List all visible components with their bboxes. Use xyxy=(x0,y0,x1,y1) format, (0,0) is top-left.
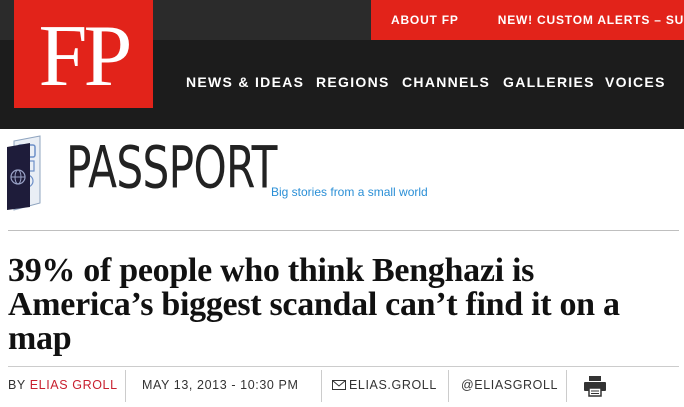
byline: BY ELIAS GROLL xyxy=(8,378,118,392)
publish-date: MAY 13, 2013 - 10:30 PM xyxy=(142,378,299,392)
byline-prefix: BY xyxy=(8,378,26,392)
meta-separator xyxy=(448,370,449,402)
about-fp-link[interactable]: ABOUT FP xyxy=(391,13,459,27)
nav-galleries[interactable]: GALLERIES xyxy=(503,74,595,90)
passport-book-icon xyxy=(7,135,41,211)
blog-title[interactable]: PASSPORT xyxy=(66,140,277,198)
nav-channels[interactable]: CHANNELS xyxy=(402,74,490,90)
email-author-link[interactable]: ELIAS.GROLL xyxy=(332,378,437,392)
twitter-link[interactable]: @ELIASGROLL xyxy=(461,378,558,392)
fp-logo[interactable]: FP xyxy=(14,0,153,108)
utility-bar: ABOUT FP NEW! CUSTOM ALERTS – SUBSCRIBE xyxy=(371,0,684,40)
custom-alerts-link[interactable]: NEW! CUSTOM ALERTS – SUBSCRIBE xyxy=(498,13,684,27)
printer-icon[interactable] xyxy=(583,374,607,398)
email-text: ELIAS.GROLL xyxy=(349,378,437,392)
article-meta-bar: BY ELIAS GROLL MAY 13, 2013 - 10:30 PM E… xyxy=(8,367,679,405)
nav-news-ideas[interactable]: NEWS & IDEAS xyxy=(186,74,304,90)
fp-logo-text: FP xyxy=(38,8,133,105)
section-divider xyxy=(8,230,679,231)
meta-separator xyxy=(125,370,126,402)
meta-separator xyxy=(566,370,567,402)
nav-voices[interactable]: VOICES xyxy=(605,74,666,90)
nav-regions[interactable]: REGIONS xyxy=(316,74,390,90)
mail-icon xyxy=(332,380,346,390)
author-link[interactable]: ELIAS GROLL xyxy=(30,378,118,392)
article-headline: 39% of people who think Benghazi is Amer… xyxy=(8,252,620,357)
blog-tagline: Big stories from a small world xyxy=(271,185,428,199)
meta-separator xyxy=(321,370,322,402)
